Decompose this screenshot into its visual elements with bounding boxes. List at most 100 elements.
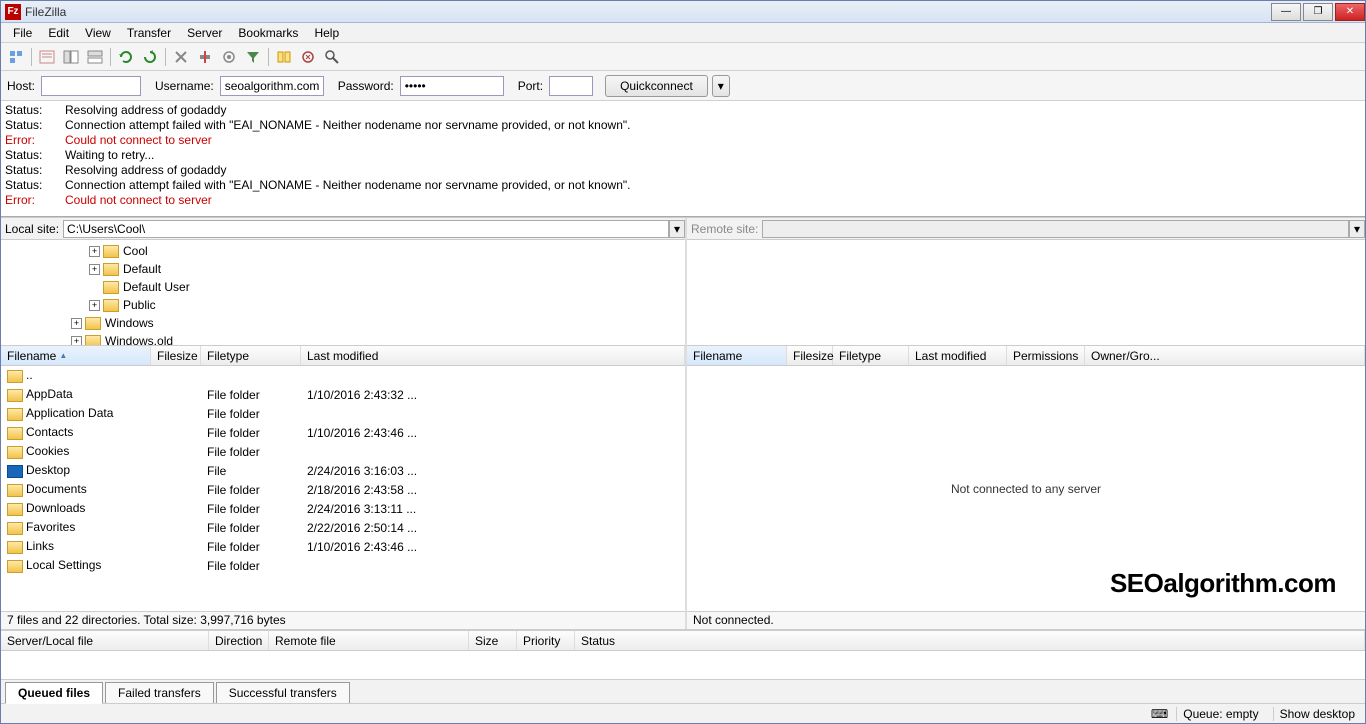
q-col-remote[interactable]: Remote file — [269, 631, 469, 650]
password-input[interactable] — [400, 76, 504, 96]
search-button[interactable] — [321, 46, 343, 68]
close-button[interactable]: ✕ — [1335, 3, 1365, 21]
folder-icon — [103, 299, 119, 312]
process-queue-button[interactable] — [139, 46, 161, 68]
tree-item[interactable]: + Public — [1, 296, 685, 314]
tree-label: Public — [123, 298, 156, 312]
menu-bookmarks[interactable]: Bookmarks — [230, 24, 306, 42]
quickconnect-button[interactable]: Quickconnect — [605, 75, 708, 97]
menubar: File Edit View Transfer Server Bookmarks… — [1, 23, 1365, 43]
col-r-filetype[interactable]: Filetype — [833, 346, 909, 365]
remote-site-dropdown[interactable]: ▾ — [1349, 220, 1365, 238]
toggle-log-button[interactable] — [36, 46, 58, 68]
port-label: Port: — [518, 79, 543, 93]
local-site-dropdown[interactable]: ▾ — [669, 220, 685, 238]
host-input[interactable] — [41, 76, 141, 96]
minimize-button[interactable]: — — [1271, 3, 1301, 21]
col-r-owner[interactable]: Owner/Gro... — [1085, 346, 1365, 365]
host-label: Host: — [7, 79, 35, 93]
list-item[interactable]: Application DataFile folder — [1, 404, 685, 423]
expand-icon[interactable]: + — [89, 264, 100, 275]
log-label: Error: — [5, 133, 65, 148]
maximize-button[interactable]: ❐ — [1303, 3, 1333, 21]
list-item[interactable]: Local SettingsFile folder — [1, 556, 685, 575]
col-r-permissions[interactable]: Permissions — [1007, 346, 1085, 365]
col-r-filename[interactable]: Filename — [687, 346, 787, 365]
tree-label: Default — [123, 262, 161, 276]
col-filename[interactable]: Filename▲ — [1, 346, 151, 365]
disconnect-button[interactable] — [194, 46, 216, 68]
folder-icon — [85, 317, 101, 330]
col-r-filesize[interactable]: Filesize — [787, 346, 833, 365]
local-file-list[interactable]: ..AppDataFile folder1/10/2016 2:43:32 ..… — [1, 366, 685, 611]
expand-icon[interactable]: + — [71, 318, 82, 329]
col-lastmodified[interactable]: Last modified — [301, 346, 685, 365]
log-message: Resolving address of godaddy — [65, 103, 226, 118]
show-desktop[interactable]: Show desktop — [1273, 707, 1361, 721]
menu-view[interactable]: View — [77, 24, 119, 42]
quickconnect-dropdown[interactable]: ▾ — [712, 75, 730, 97]
tree-item[interactable]: + Windows.old — [1, 332, 685, 346]
menu-transfer[interactable]: Transfer — [119, 24, 179, 42]
col-r-lastmodified[interactable]: Last modified — [909, 346, 1007, 365]
cancel-button[interactable] — [170, 46, 192, 68]
menu-edit[interactable]: Edit — [40, 24, 77, 42]
queue-tabs: Queued files Failed transfers Successful… — [1, 679, 1365, 703]
list-item[interactable]: LinksFile folder1/10/2016 2:43:46 ... — [1, 537, 685, 556]
tab-successful[interactable]: Successful transfers — [216, 682, 350, 703]
remote-tree[interactable] — [687, 240, 1365, 346]
queue-body[interactable] — [1, 651, 1365, 679]
log-label: Status: — [5, 163, 65, 178]
tab-failed[interactable]: Failed transfers — [105, 682, 214, 703]
log-message: Could not connect to server — [65, 133, 212, 148]
menu-server[interactable]: Server — [179, 24, 230, 42]
quickconnect-bar: Host: Username: Password: Port: Quickcon… — [1, 71, 1365, 101]
window-title: FileZilla — [25, 5, 1269, 19]
tab-queued[interactable]: Queued files — [5, 682, 103, 704]
q-col-server[interactable]: Server/Local file — [1, 631, 209, 650]
message-log[interactable]: Status: Resolving address of godaddy Statu… — [1, 101, 1365, 217]
list-item[interactable]: DesktopFile2/24/2016 3:16:03 ... — [1, 461, 685, 480]
expand-icon[interactable]: + — [89, 246, 100, 257]
filter-button[interactable] — [242, 46, 264, 68]
tree-item[interactable]: +Cool — [1, 242, 685, 260]
list-item[interactable]: DownloadsFile folder2/24/2016 3:13:11 ..… — [1, 499, 685, 518]
compare-button[interactable] — [273, 46, 295, 68]
toggle-tree-button[interactable] — [60, 46, 82, 68]
tree-item[interactable]: Default User — [1, 278, 685, 296]
tree-item[interactable]: + Default — [1, 260, 685, 278]
menu-help[interactable]: Help — [306, 24, 347, 42]
tree-label: Windows.old — [105, 334, 173, 346]
list-item[interactable]: AppDataFile folder1/10/2016 2:43:32 ... — [1, 385, 685, 404]
list-item[interactable]: ContactsFile folder1/10/2016 2:43:46 ... — [1, 423, 685, 442]
q-col-direction[interactable]: Direction — [209, 631, 269, 650]
list-item[interactable]: .. — [1, 366, 685, 385]
app-logo-icon: Fz — [5, 4, 21, 20]
sitemanager-button[interactable] — [5, 46, 27, 68]
col-filesize[interactable]: Filesize — [151, 346, 201, 365]
menu-file[interactable]: File — [5, 24, 40, 42]
local-site-bar: Local site: ▾ — [1, 218, 685, 240]
refresh-button[interactable] — [115, 46, 137, 68]
log-label: Error: — [5, 193, 65, 208]
expand-icon[interactable]: + — [71, 336, 82, 347]
username-input[interactable] — [220, 76, 324, 96]
local-tree[interactable]: +Cool+DefaultDefault User+Public+Windows… — [1, 240, 685, 346]
col-filetype[interactable]: Filetype — [201, 346, 301, 365]
q-col-size[interactable]: Size — [469, 631, 517, 650]
expand-icon[interactable]: + — [89, 300, 100, 311]
log-label: Status: — [5, 178, 65, 193]
folder-icon — [7, 541, 23, 554]
list-item[interactable]: DocumentsFile folder2/18/2016 2:43:58 ..… — [1, 480, 685, 499]
tree-item[interactable]: +Windows — [1, 314, 685, 332]
reconnect-button[interactable] — [218, 46, 240, 68]
list-item[interactable]: CookiesFile folder — [1, 442, 685, 461]
port-input[interactable] — [549, 76, 593, 96]
local-site-input[interactable] — [63, 220, 669, 238]
list-item[interactable]: FavoritesFile folder2/22/2016 2:50:14 ..… — [1, 518, 685, 537]
sync-browse-button[interactable] — [297, 46, 319, 68]
q-col-status[interactable]: Status — [575, 631, 1365, 650]
folder-icon — [7, 560, 23, 573]
q-col-priority[interactable]: Priority — [517, 631, 575, 650]
toggle-queue-button[interactable] — [84, 46, 106, 68]
